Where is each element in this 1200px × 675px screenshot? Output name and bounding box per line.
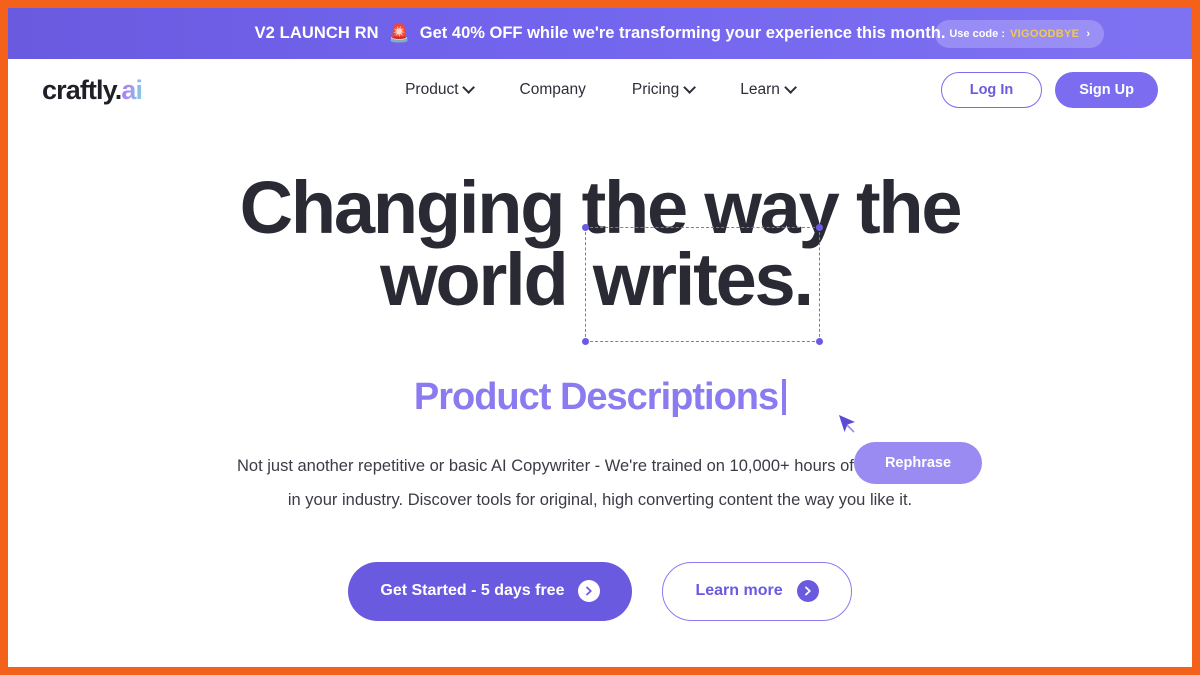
brand-logo-primary: craftly. xyxy=(42,74,122,105)
get-started-label: Get Started - 5 days free xyxy=(380,582,565,600)
headline-line-1: Changing the way the xyxy=(239,166,963,249)
nav-item-label: Learn xyxy=(740,81,780,98)
learn-more-label: Learn more xyxy=(695,582,783,600)
promo-banner-headline: V2 LAUNCH RN xyxy=(254,24,379,42)
nav-item-pricing[interactable]: Pricing xyxy=(631,80,697,99)
chevron-down-icon xyxy=(784,80,797,94)
hero-cta-group: Get Started - 5 days free Learn more xyxy=(8,561,1192,621)
promo-code-label: Use code : xyxy=(949,27,1005,40)
nav-item-company[interactable]: Company xyxy=(520,81,586,99)
headline-selected-text: writes. xyxy=(592,238,814,322)
hero-subheadline-text: Product Descriptions xyxy=(413,375,779,418)
promo-banner[interactable]: V2 LAUNCH RN 🚨 Get 40% OFF while we're t… xyxy=(8,8,1192,59)
nav-item-product[interactable]: Product xyxy=(405,80,476,99)
get-started-button[interactable]: Get Started - 5 days free xyxy=(348,561,633,621)
nav-auth-actions: Log In Sign Up xyxy=(940,72,1158,108)
login-button[interactable]: Log In xyxy=(940,72,1043,108)
nav-item-label: Company xyxy=(519,81,586,98)
selection-handle-bottom-left[interactable] xyxy=(581,337,589,345)
hero-subheadline: Product Descriptions xyxy=(8,376,1192,419)
brand-logo[interactable]: craftly.ai xyxy=(42,74,143,106)
siren-icon: 🚨 xyxy=(388,24,410,43)
brand-logo-accent: ai xyxy=(121,74,143,105)
chevron-right-icon: › xyxy=(1086,27,1090,40)
hero-section: Changing the way the world writes. Rephr… xyxy=(8,121,1192,621)
main-navbar: craftly.ai Product Company Pricing Learn xyxy=(8,59,1192,121)
promo-code-value: VIGOODBYE xyxy=(1010,27,1080,40)
nav-item-learn[interactable]: Learn xyxy=(740,80,797,99)
chevron-down-icon xyxy=(683,80,697,94)
selection-handle-bottom-right[interactable] xyxy=(815,337,823,345)
headline-selected-word[interactable]: writes. xyxy=(581,224,823,345)
promo-banner-message: Get 40% OFF while we're transforming you… xyxy=(419,24,946,42)
orange-frame-border: V2 LAUNCH RN 🚨 Get 40% OFF while we're t… xyxy=(0,0,1200,675)
typing-caret xyxy=(782,379,787,416)
signup-button[interactable]: Sign Up xyxy=(1055,72,1158,108)
learn-more-button[interactable]: Learn more xyxy=(662,561,852,621)
arrow-right-circle-icon xyxy=(578,580,601,603)
arrow-right-circle-icon xyxy=(796,580,819,603)
promo-code-badge[interactable]: Use code : VIGOODBYE › xyxy=(935,19,1104,48)
headline-line-2: world writes. xyxy=(128,224,1072,345)
chevron-down-icon xyxy=(462,80,476,94)
nav-item-label: Pricing xyxy=(631,81,680,98)
nav-item-label: Product xyxy=(405,81,459,98)
nav-links: Product Company Pricing Learn xyxy=(405,80,797,99)
hero-headline: Changing the way the world writes. xyxy=(8,166,1192,345)
mouse-cursor-icon xyxy=(839,415,855,433)
headline-line-2-prefix: world xyxy=(380,238,585,322)
webpage-viewport: V2 LAUNCH RN 🚨 Get 40% OFF while we're t… xyxy=(8,8,1192,667)
rephrase-button[interactable]: Rephrase xyxy=(854,442,982,484)
